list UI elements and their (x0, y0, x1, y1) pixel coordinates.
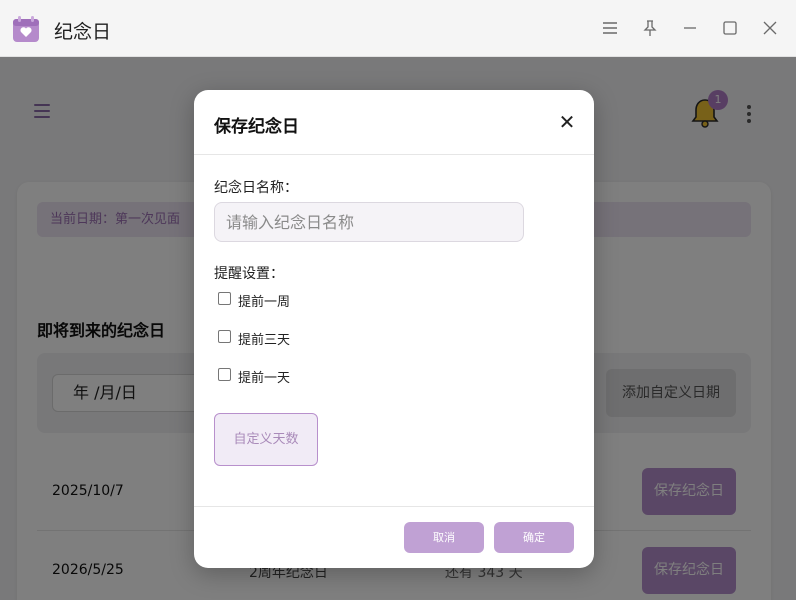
reminder-three-days-label: 提前三天 (238, 333, 291, 348)
reminder-three-days-checkbox[interactable] (218, 330, 231, 343)
anniversary-name-input[interactable] (214, 202, 524, 242)
reminder-one-day-label: 提前一天 (238, 371, 291, 386)
calendar-heart-icon (12, 15, 40, 43)
pin-icon[interactable] (640, 18, 660, 38)
name-field-label: 纪念日名称： (214, 180, 298, 196)
title-bar: 纪念日 (0, 0, 796, 57)
reminder-week-checkbox[interactable] (218, 292, 231, 305)
close-window-icon[interactable] (760, 18, 780, 38)
dialog-title: 保存纪念日 (214, 117, 299, 137)
reminder-settings-label: 提醒设置： (214, 266, 284, 282)
dialog-footer-divider (194, 506, 594, 507)
dialog-header: 保存纪念日 ✕ (194, 90, 594, 155)
reminder-week-label: 提前一周 (238, 295, 291, 310)
menu-icon[interactable] (600, 18, 620, 38)
close-icon[interactable]: ✕ (557, 112, 577, 132)
cancel-button[interactable]: 取消 (404, 522, 484, 553)
maximize-icon[interactable] (720, 18, 740, 38)
custom-days-button[interactable]: 自定义天数 (214, 413, 318, 466)
minimize-icon[interactable] (680, 18, 700, 38)
app-title: 纪念日 (54, 21, 112, 43)
reminder-one-day-checkbox[interactable] (218, 368, 231, 381)
confirm-button[interactable]: 确定 (494, 522, 574, 553)
save-anniversary-dialog: 保存纪念日 ✕ 纪念日名称： 提醒设置： 提前一周 提前三天 提前一天 自定义天… (194, 90, 594, 568)
